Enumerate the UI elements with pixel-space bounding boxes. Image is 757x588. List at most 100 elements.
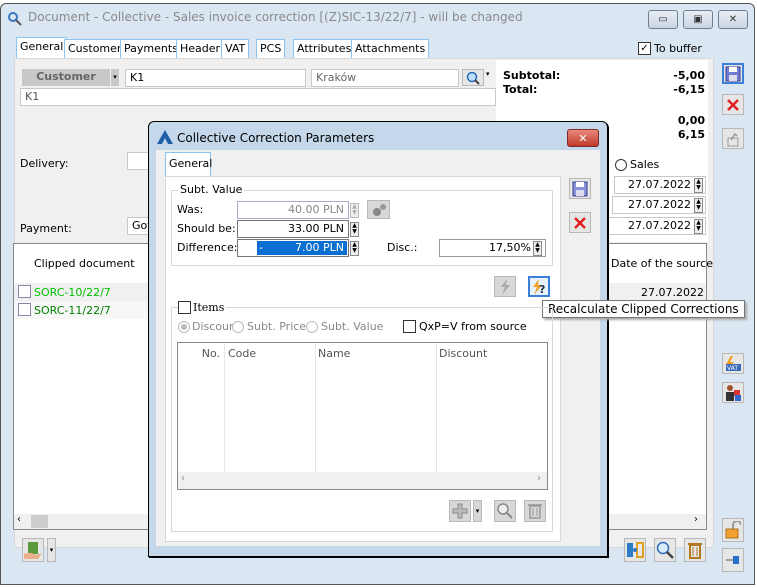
was-field: 40.00 PLN [237, 201, 349, 219]
scroll-left-icon[interactable]: ‹ [17, 514, 21, 525]
trash-icon [528, 504, 542, 519]
delivery-label: Delivery: [20, 157, 69, 170]
disc-field[interactable]: 17,50% [439, 239, 546, 257]
gears-button[interactable] [367, 200, 390, 219]
tab-payments[interactable]: Payments [120, 39, 182, 59]
pin-button[interactable] [722, 548, 744, 572]
magnifier-icon [8, 12, 22, 29]
dialog-title: Collective Correction Parameters [177, 131, 375, 145]
padlock-open-icon [725, 521, 741, 539]
date-1-spinner[interactable]: ▲ ▼ [694, 178, 703, 193]
column-header-clipped-document: Clipped document [34, 257, 135, 270]
dialog-tab-general[interactable]: General [165, 152, 212, 176]
link-button[interactable] [624, 538, 646, 562]
close-icon [727, 98, 739, 111]
item-delete-button[interactable] [524, 500, 546, 522]
user-transfer-button[interactable] [722, 382, 744, 403]
lightning-question-icon: ? [533, 278, 545, 295]
tab-header[interactable]: Header [176, 39, 225, 59]
radio-subt-value[interactable]: Subt. Value [306, 320, 383, 333]
difference-field[interactable]: - 7.00 PLN [237, 239, 349, 257]
pin-icon [726, 556, 739, 564]
search-button[interactable] [654, 538, 676, 562]
recalculate-clipped-corrections-button[interactable]: ? [528, 276, 550, 297]
money-hand-icon [24, 542, 42, 559]
item-search-button[interactable] [494, 500, 516, 522]
radio-discount[interactable]: Discoun [178, 320, 236, 333]
scrollbar-thumb[interactable] [31, 515, 48, 528]
recalculate-disabled-button [494, 276, 516, 297]
tab-vat[interactable]: VAT [221, 39, 250, 59]
radio-subt-price[interactable]: Subt. Price [232, 320, 306, 333]
customer-city-field[interactable]: Kraków [311, 69, 459, 87]
dialog-cancel-button[interactable] [569, 212, 591, 233]
total-value: -6,15 [673, 83, 705, 96]
qxp-checkbox[interactable]: QxP=V from source [403, 320, 527, 333]
date-3-spinner[interactable]: ▲ ▼ [694, 219, 703, 234]
date-2-spinner[interactable]: ▲ ▼ [694, 198, 703, 213]
disc-label: Disc.: [387, 241, 418, 254]
customer-search-button[interactable] [462, 69, 484, 86]
save-button[interactable] [722, 63, 744, 84]
link-icon [627, 542, 644, 558]
should-be-field[interactable]: 33.00 PLN [237, 220, 349, 238]
disc-spinner[interactable]: ▲ ▼ [533, 241, 542, 256]
difference-spinner[interactable]: ▲ ▼ [350, 241, 359, 256]
sales-radio[interactable]: Sales [615, 158, 659, 171]
save-icon [725, 66, 741, 81]
date-field-1[interactable]: 27.07.2022 [614, 176, 706, 194]
add-item-button[interactable] [449, 500, 471, 522]
column-header-discount: Discount [439, 347, 488, 360]
maximize-button[interactable]: ▣ [683, 10, 713, 29]
should-be-spinner[interactable]: ▲ ▼ [350, 222, 359, 237]
remaining-value: 6,15 [677, 128, 705, 141]
customer-type-dropdown[interactable]: ▾ [111, 69, 119, 86]
search-icon [656, 541, 674, 559]
delete-button[interactable] [684, 538, 706, 562]
subt-value-group-label: Subt. Value [178, 183, 245, 196]
subtotal-label: Subtotal: [503, 69, 561, 82]
row-checkbox[interactable] [18, 303, 31, 316]
customer-type-button[interactable]: Customer [22, 69, 110, 86]
dialog-close-button[interactable]: ✕ [567, 129, 599, 147]
customer-name-field[interactable]: K1 [20, 88, 496, 106]
tab-attributes[interactable]: Attributes [293, 39, 356, 59]
items-checkbox[interactable]: Items [178, 301, 227, 314]
export-button[interactable] [722, 128, 744, 149]
items-horizontal-scrollbar[interactable] [178, 472, 547, 489]
unlock-button[interactable] [722, 518, 744, 542]
items-table [177, 342, 548, 490]
date-field-2[interactable]: 27.07.2022 [612, 196, 706, 214]
payment-label: Payment: [20, 222, 72, 235]
tab-general[interactable]: General [16, 37, 68, 60]
vat-lightning-icon: VAT [726, 355, 741, 372]
export-icon [727, 132, 739, 146]
scroll-right-icon[interactable]: › [694, 514, 698, 525]
customer-code-field[interactable]: K1 [125, 69, 306, 87]
scroll-left-icon[interactable]: ‹ [181, 473, 185, 484]
difference-label: Difference: [177, 241, 238, 254]
gears-icon [372, 203, 386, 216]
lightning-icon [501, 278, 510, 295]
dialog-save-button[interactable] [569, 178, 591, 199]
save-icon [572, 181, 588, 196]
vat-button[interactable]: VAT [722, 353, 744, 374]
close-window-button[interactable]: ✕ [718, 10, 748, 29]
cancel-button[interactable] [722, 94, 744, 115]
add-item-dropdown[interactable]: ▾ [473, 500, 482, 522]
tab-attachments[interactable]: Attachments [351, 39, 430, 59]
difference-sign: - [259, 241, 263, 254]
scroll-right-icon[interactable]: › [537, 473, 541, 484]
date-field-3[interactable]: 27.07.2022 [600, 217, 706, 235]
to-buffer-checkbox[interactable]: ✓ To buffer [638, 42, 702, 55]
minimize-button[interactable]: ▭ [648, 10, 678, 29]
payment-dropdown[interactable]: ▾ [47, 538, 56, 562]
tab-pcs[interactable]: PCS [256, 39, 286, 59]
app-logo-icon [157, 130, 173, 147]
row-checkbox[interactable] [18, 285, 31, 298]
window-title: Document - Collective - Sales invoice co… [28, 10, 523, 24]
tab-customer[interactable]: Customer [64, 39, 126, 59]
close-icon: ✕ [728, 14, 738, 25]
payment-money-button[interactable] [22, 538, 44, 562]
search-dropdown-icon[interactable]: ▾ [486, 70, 490, 78]
